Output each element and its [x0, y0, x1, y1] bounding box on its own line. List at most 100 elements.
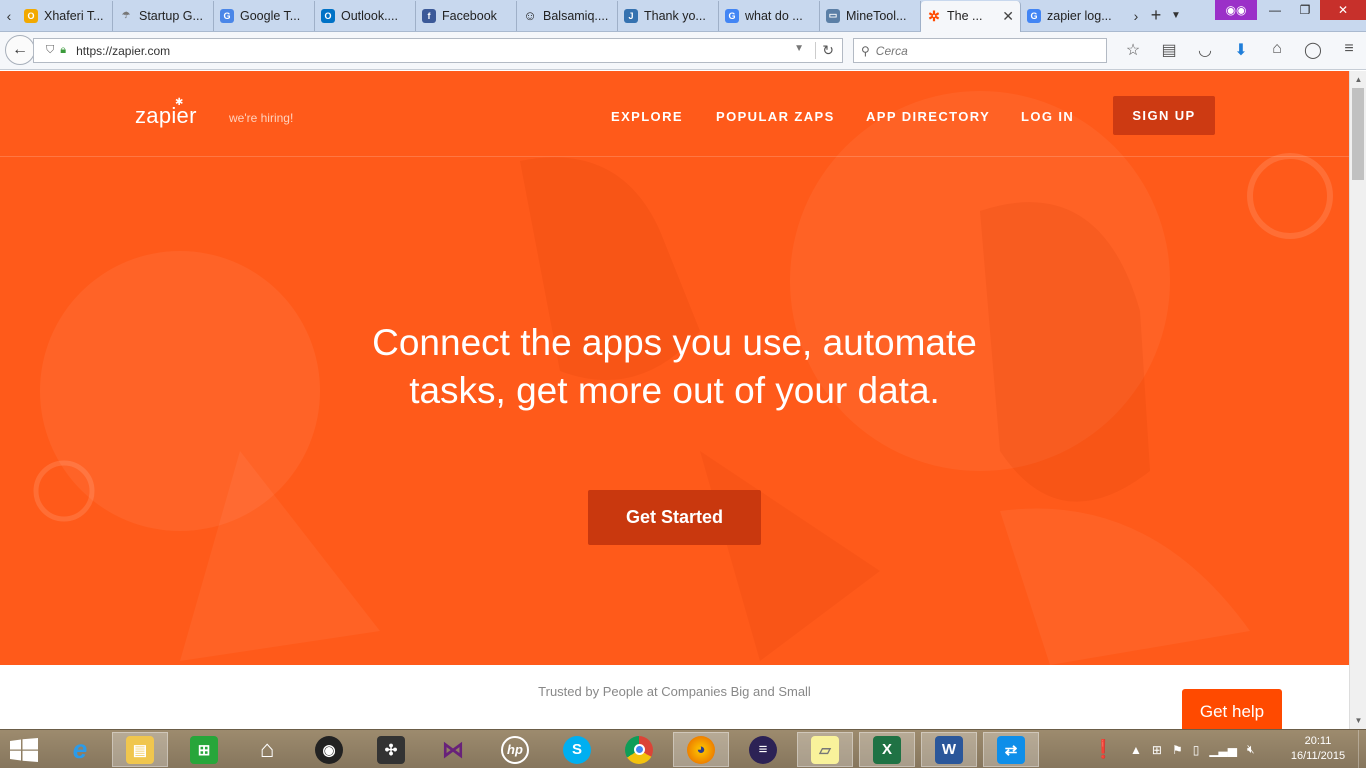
tab-label: The ... [947, 9, 983, 23]
tab-6[interactable]: J Thank yo... [618, 0, 719, 31]
outlook-o-icon: O [24, 8, 38, 23]
firefox-icon[interactable]: ◕ [673, 732, 729, 767]
tab-label: zapier log... [1047, 8, 1112, 23]
hiring-link[interactable]: we're hiring! [229, 111, 293, 125]
download-icon[interactable]: ⬇ [1223, 40, 1259, 60]
bookmark-star-icon[interactable]: ☆ [1115, 40, 1151, 60]
home-icon[interactable]: ⌂ [239, 732, 295, 767]
address-bar[interactable]: ⛉ 🔒︎ https://zapier.com ▼ ↻ [33, 38, 843, 63]
zapier-logo[interactable]: zapier ✱ [135, 97, 197, 129]
scroll-up-icon[interactable]: ▲ [1350, 71, 1366, 88]
page-scrollbar[interactable]: ▲ ▼ [1349, 71, 1366, 729]
tab-label: Xhaferi T... [44, 8, 104, 23]
tab-strip: ‹ O Xhaferi T... ☂ Startup G... G Google… [0, 0, 1366, 32]
back-button[interactable]: ← [5, 35, 35, 65]
nav-explore[interactable]: EXPLORE [611, 109, 683, 124]
windows-taskbar: e ▤ ⊞ ⌂ ◉ ✣ ⋈ hp S ◕ ≡ ▱ X W ⇄ ❗ ▲ ⊞ ⚑ ▯… [0, 729, 1366, 769]
word-icon[interactable]: W [921, 732, 977, 767]
headline-line-2: tasks, get more out of your data. [409, 370, 940, 411]
pocket-icon[interactable]: ◡ [1187, 40, 1223, 60]
home-icon[interactable]: ⌂ [1259, 40, 1295, 60]
sign-up-button[interactable]: SIGN UP [1113, 96, 1215, 135]
tab-label: Thank yo... [644, 8, 706, 23]
clock[interactable]: 20:11 16/11/2015 [1286, 734, 1350, 764]
private-mask-icon: ◉◉ [1215, 0, 1257, 20]
get-help-button[interactable]: Get help [1182, 689, 1282, 729]
network-signal-icon[interactable]: ▁▃▅ [1209, 743, 1237, 757]
search-bar[interactable]: ⚲ Cerca [853, 38, 1107, 63]
reload-icon[interactable]: ↻ [822, 42, 834, 59]
tab-10[interactable]: G zapier log... [1021, 1, 1127, 31]
tab-label: Outlook.... [341, 8, 398, 23]
show-desktop-button[interactable] [1358, 730, 1366, 769]
chrome-icon[interactable] [611, 732, 667, 767]
sticky-notes-icon[interactable]: ▱ [797, 732, 853, 767]
minimize-icon[interactable]: — [1260, 0, 1290, 20]
close-window-icon[interactable]: ✕ [1320, 0, 1366, 20]
eclipse-icon[interactable]: ≡ [735, 732, 791, 767]
tab-2[interactable]: G Google T... [214, 0, 315, 31]
tab-9-active[interactable]: ✲ The ... ✕ [921, 0, 1021, 32]
action-center-alert-icon[interactable]: ❗ [1092, 739, 1114, 760]
search-icon: ⚲ [861, 43, 870, 58]
flag-icon[interactable]: ⚑ [1172, 743, 1183, 757]
puzzle-icon[interactable]: ✣ [363, 732, 419, 767]
volume-muted-icon[interactable]: 🔇︎ [1247, 742, 1255, 757]
hp-icon[interactable]: hp [487, 732, 543, 767]
scroll-down-icon[interactable]: ▼ [1350, 712, 1366, 729]
battery-icon[interactable]: ▯ [1193, 743, 1200, 757]
zapier-icon: ✲ [928, 7, 940, 24]
new-tab-icon[interactable]: + [1145, 5, 1167, 26]
tab-0[interactable]: O Xhaferi T... [18, 0, 113, 31]
internet-explorer-icon[interactable]: e [52, 732, 108, 767]
system-tray: ❗ ▲ ⊞ ⚑ ▯ ▁▃▅ 🔇︎ [1092, 730, 1255, 769]
tab-label: Google T... [240, 8, 301, 23]
windows-start-icon[interactable] [10, 738, 38, 762]
facebook-icon: f [422, 8, 436, 23]
lock-icon[interactable]: 🔒︎ [60, 44, 66, 57]
divider [815, 42, 816, 59]
show-hidden-icons-icon[interactable]: ▲ [1130, 743, 1142, 757]
scroll-thumb[interactable] [1352, 88, 1364, 180]
zapier-star-icon: ✱ [175, 97, 184, 108]
menu-icon[interactable]: ≡ [1331, 40, 1366, 60]
excel-icon[interactable]: X [859, 732, 915, 767]
close-tab-icon[interactable]: ✕ [1002, 8, 1014, 25]
windows-flag-icon[interactable]: ⊞ [1152, 743, 1162, 757]
reading-list-icon[interactable]: ▤ [1151, 40, 1187, 60]
tab-label: Facebook [442, 8, 497, 23]
tab-5[interactable]: ☺ Balsamiq.... [517, 0, 618, 31]
tab-3[interactable]: O Outlook.... [315, 0, 416, 31]
tab-scroll-left-icon[interactable]: ‹ [0, 0, 18, 32]
trusted-by-text: Trusted by People at Companies Big and S… [538, 684, 811, 699]
skype-icon[interactable]: S [549, 732, 605, 767]
tab-label: Startup G... [139, 8, 203, 23]
history-dropdown-icon[interactable]: ▼ [794, 43, 804, 54]
tab-label: what do ... [745, 8, 803, 23]
search-placeholder: Cerca [875, 43, 908, 58]
site-header: zapier ✱ we're hiring! EXPLORE POPULAR Z… [0, 71, 1349, 157]
page-viewport: zapier ✱ we're hiring! EXPLORE POPULAR Z… [0, 71, 1349, 729]
store-icon[interactable]: ⊞ [176, 732, 232, 767]
camera-icon[interactable]: ◉ [301, 732, 357, 767]
tab-4[interactable]: f Facebook [416, 0, 517, 31]
chat-icon[interactable]: ◯ [1295, 40, 1331, 60]
teamviewer-icon[interactable]: ⇄ [983, 732, 1039, 767]
nav-log-in[interactable]: LOG IN [1021, 109, 1074, 124]
nav-popular-zaps[interactable]: POPULAR ZAPS [716, 109, 835, 124]
file-explorer-icon[interactable]: ▤ [112, 732, 168, 767]
tab-scroll-right-icon[interactable]: › [1127, 0, 1145, 32]
google-icon: G [1027, 8, 1041, 23]
outlook-icon: O [321, 8, 335, 23]
restore-icon[interactable]: ❐ [1290, 0, 1320, 20]
nav-app-directory[interactable]: APP DIRECTORY [866, 109, 990, 124]
visual-studio-icon[interactable]: ⋈ [425, 732, 481, 767]
tab-1[interactable]: ☂ Startup G... [113, 0, 214, 31]
url-text[interactable]: https://zapier.com [76, 44, 170, 58]
tab-8[interactable]: ▭ MineTool... [820, 0, 921, 31]
tab-7[interactable]: G what do ... [719, 0, 820, 31]
tab-label: Balsamiq.... [543, 8, 609, 23]
tab-list-icon[interactable]: ▼ [1167, 10, 1185, 21]
get-started-button[interactable]: Get Started [588, 490, 761, 545]
shield-icon[interactable]: ⛉ [46, 44, 54, 57]
